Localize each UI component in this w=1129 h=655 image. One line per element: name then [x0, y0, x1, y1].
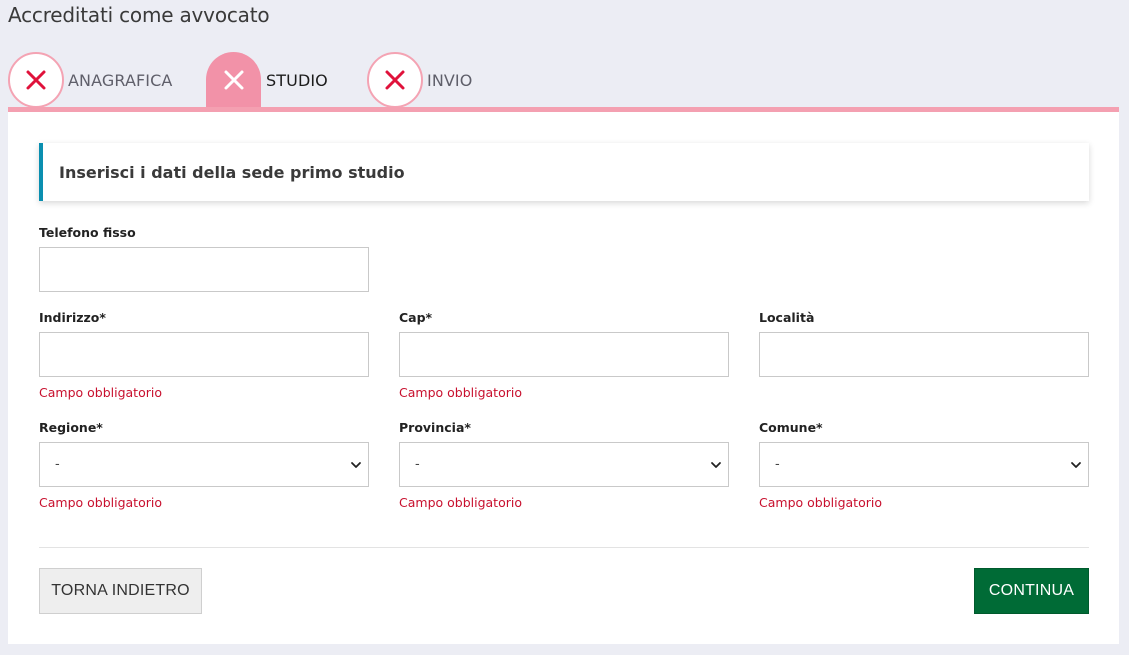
comune-selected-value: -	[775, 457, 780, 472]
close-icon	[26, 70, 46, 90]
telefono-input[interactable]	[39, 247, 369, 292]
telefono-field-group: Telefono fisso	[39, 225, 369, 292]
chevron-down-icon	[1071, 462, 1081, 468]
localita-field-group: Località	[759, 310, 1089, 377]
cap-field-group: Cap* Campo obbligatorio	[399, 310, 729, 400]
indirizzo-error: Campo obbligatorio	[39, 385, 162, 400]
regione-error: Campo obbligatorio	[39, 495, 162, 510]
provincia-label: Provincia*	[399, 420, 471, 435]
comune-field-group: Comune* - Campo obbligatorio	[759, 420, 1089, 510]
continue-button[interactable]: CONTINUA	[974, 568, 1089, 614]
telefono-label: Telefono fisso	[39, 225, 136, 240]
regione-selected-value: -	[55, 457, 60, 472]
regione-select[interactable]: -	[39, 442, 369, 487]
localita-label: Località	[759, 310, 815, 325]
indirizzo-input[interactable]	[39, 332, 369, 377]
indirizzo-label: Indirizzo*	[39, 310, 106, 325]
comune-error: Campo obbligatorio	[759, 495, 882, 510]
step-anagrafica[interactable]: ANAGRAFICA	[8, 52, 172, 108]
chevron-down-icon	[351, 462, 361, 468]
close-icon	[385, 70, 405, 90]
chevron-down-icon	[711, 462, 721, 468]
alert-text: Inserisci i dati della sede primo studio	[59, 162, 405, 182]
provincia-field-group: Provincia* - Campo obbligatorio	[399, 420, 729, 510]
regione-label: Regione*	[39, 420, 103, 435]
divider	[39, 547, 1089, 548]
step-label: STUDIO	[266, 70, 328, 90]
provincia-select[interactable]: -	[399, 442, 729, 487]
stepper: ANAGRAFICA STUDIO INVIO	[8, 52, 1119, 113]
cap-label: Cap*	[399, 310, 433, 325]
form-card: Inserisci i dati della sede primo studio…	[8, 112, 1119, 644]
cap-input[interactable]	[399, 332, 729, 377]
step-status	[206, 52, 261, 108]
provincia-selected-value: -	[415, 457, 420, 472]
step-status	[8, 52, 64, 108]
close-icon	[224, 70, 243, 90]
indirizzo-field-group: Indirizzo* Campo obbligatorio	[39, 310, 369, 400]
regione-field-group: Regione* - Campo obbligatorio	[39, 420, 369, 510]
cap-error: Campo obbligatorio	[399, 385, 522, 400]
step-label: ANAGRAFICA	[68, 70, 173, 90]
page-title: Accreditati come avvocato	[8, 3, 270, 27]
comune-select[interactable]: -	[759, 442, 1089, 487]
step-status	[367, 52, 423, 108]
comune-label: Comune*	[759, 420, 823, 435]
step-invio[interactable]: INVIO	[367, 52, 472, 108]
provincia-error: Campo obbligatorio	[399, 495, 522, 510]
localita-input[interactable]	[759, 332, 1089, 377]
info-alert: Inserisci i dati della sede primo studio	[39, 143, 1089, 201]
back-button[interactable]: TORNA INDIETRO	[39, 568, 202, 614]
step-label: INVIO	[427, 70, 473, 90]
step-studio-content[interactable]: STUDIO	[206, 52, 328, 108]
